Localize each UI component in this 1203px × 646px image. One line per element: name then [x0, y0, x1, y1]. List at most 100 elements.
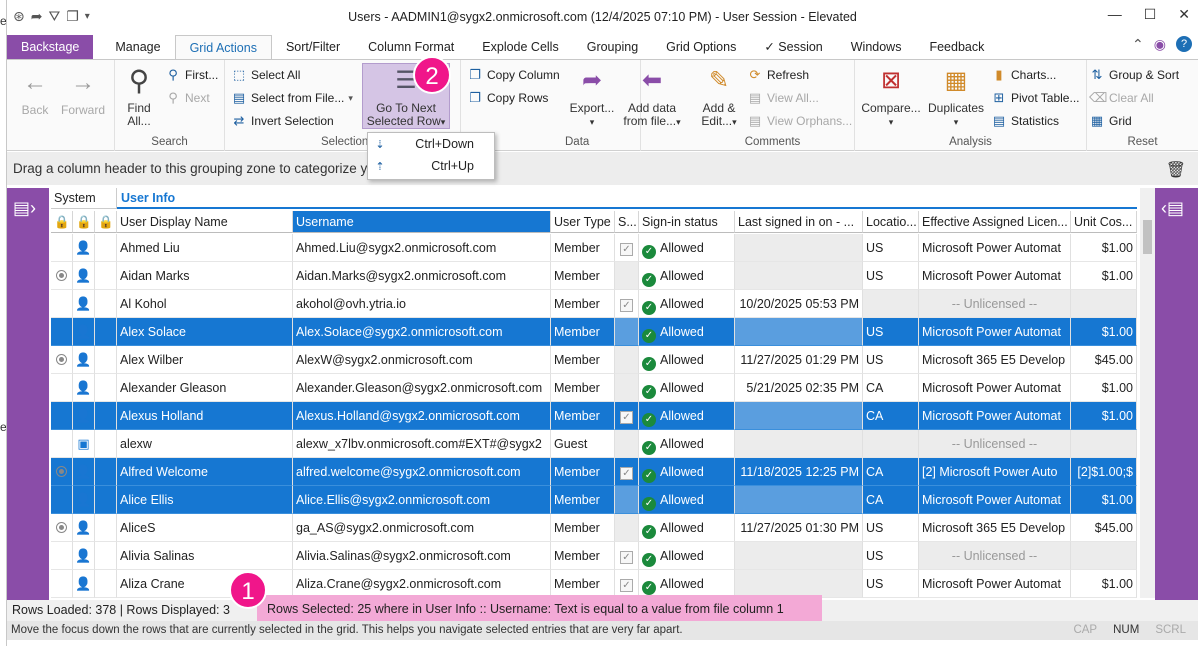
cell-c2[interactable] [95, 262, 117, 290]
cell-c2[interactable] [95, 318, 117, 346]
cell-cost[interactable] [1071, 290, 1137, 318]
cell-type[interactable]: Member [551, 262, 615, 290]
cell-name[interactable]: Al Kohol [117, 290, 293, 318]
invert-selection-button[interactable]: ⇄ Invert Selection [231, 113, 334, 129]
cell-type[interactable]: Member [551, 486, 615, 514]
cell-cost[interactable]: $1.00 [1071, 486, 1137, 514]
cell-c1[interactable]: 👤 [73, 514, 95, 542]
cell-signin[interactable]: ✓ Allowed [639, 262, 735, 290]
cell-lic[interactable]: -- Unlicensed -- [919, 430, 1071, 458]
cell-lic[interactable]: -- Unlicensed -- [919, 542, 1071, 570]
cell-chk[interactable]: ✓ [615, 542, 639, 570]
statistics-button[interactable]: ▤ Statistics [991, 113, 1059, 129]
tab-grid-actions[interactable]: Grid Actions [174, 35, 272, 59]
cell-c0[interactable] [51, 402, 73, 430]
minimize-icon[interactable]: — [1108, 6, 1122, 23]
table-row[interactable]: 👤 Alice Ellis Alice.Ellis@sygx2.onmicrosof… [51, 486, 1137, 514]
cell-user[interactable]: Ahmed.Liu@sygx2.onmicrosoft.com [293, 234, 551, 262]
cell-user[interactable]: Alex.Solace@sygx2.onmicrosoft.com [293, 318, 551, 346]
clear-all-button[interactable]: ⌫ Clear All [1089, 90, 1154, 106]
cell-cost[interactable]: $1.00 [1071, 570, 1137, 598]
cell-chk[interactable] [615, 486, 639, 514]
cell-user[interactable]: ga_AS@sygx2.onmicrosoft.com [293, 514, 551, 542]
cell-c0[interactable] [51, 290, 73, 318]
cell-c1[interactable]: 👤 [73, 486, 95, 514]
cell-cost[interactable]: $45.00 [1071, 514, 1137, 542]
refresh-button[interactable]: ⟳ Refresh [747, 67, 809, 83]
cell-c2[interactable] [95, 570, 117, 598]
table-row[interactable]: 👤 Ahmed Liu Ahmed.Liu@sygx2.onmicrosoft.co… [51, 234, 1137, 262]
cell-name[interactable]: Alice Ellis [117, 486, 293, 514]
cell-type[interactable]: Member [551, 346, 615, 374]
header-location[interactable]: Locatio... [863, 211, 919, 233]
cell-signin[interactable]: ✓ Allowed [639, 430, 735, 458]
cell-c1[interactable]: 👤 [73, 374, 95, 402]
cell-name[interactable]: Alexus Holland [117, 402, 293, 430]
cell-user[interactable]: Alice.Ellis@sygx2.onmicrosoft.com [293, 486, 551, 514]
cell-cost[interactable]: [2]$1.00;$ [1071, 458, 1137, 486]
add-edit-button[interactable]: ✎ Add & Edit...▾ [699, 66, 739, 129]
cell-c2[interactable] [95, 430, 117, 458]
cell-last[interactable] [735, 234, 863, 262]
cell-user[interactable]: Alexus.Holland@sygx2.onmicrosoft.com [293, 402, 551, 430]
cell-chk[interactable] [615, 346, 639, 374]
cell-type[interactable]: Member [551, 290, 615, 318]
eye-icon[interactable]: ◉ [1154, 36, 1166, 53]
table-row[interactable]: 👤 Alexander Gleason Alexander.Gleason@sygx… [51, 374, 1137, 402]
checkbox[interactable]: ✓ [620, 243, 633, 256]
cell-cost[interactable]: $1.00 [1071, 318, 1137, 346]
cell-c1[interactable]: ▣ [73, 430, 95, 458]
grid-reset-button[interactable]: ▦ Grid [1089, 113, 1132, 129]
header-username[interactable]: Username [293, 211, 551, 233]
cell-type[interactable]: Member [551, 318, 615, 346]
cell-c0[interactable] [51, 234, 73, 262]
cell-last[interactable] [735, 570, 863, 598]
cell-loc[interactable]: US [863, 234, 919, 262]
table-row[interactable]: 👤 Al Kohol akohol@ovh.ytria.io Member ✓ ✓ Allo… [51, 290, 1137, 318]
table-row[interactable]: 👤 Alexus Holland Alexus.Holland@sygx2.onmi… [51, 402, 1137, 430]
cell-c2[interactable] [95, 290, 117, 318]
cell-cost[interactable]: $1.00 [1071, 374, 1137, 402]
cell-signin[interactable]: ✓ Allowed [639, 346, 735, 374]
forward-button[interactable]: → Forward [57, 68, 109, 117]
cell-name[interactable]: Ahmed Liu [117, 234, 293, 262]
cell-chk[interactable] [615, 430, 639, 458]
tab-feedback[interactable]: Feedback [915, 35, 998, 59]
panel-expand-icon[interactable]: ▤› [13, 198, 36, 219]
cell-last[interactable]: 11/18/2025 12:25 PM [735, 458, 863, 486]
cell-signin[interactable]: ✓ Allowed [639, 514, 735, 542]
find-all-button[interactable]: ⚲ Find All... [119, 66, 159, 128]
cell-lic[interactable]: Microsoft Power Automat [919, 570, 1071, 598]
cell-last[interactable] [735, 402, 863, 430]
scrollbar-thumb[interactable] [1143, 220, 1152, 254]
header-unit-cost[interactable]: Unit Cos... [1071, 211, 1137, 233]
cell-name[interactable]: AliceS [117, 514, 293, 542]
cell-lic[interactable]: -- Unlicensed -- [919, 290, 1071, 318]
cell-c0[interactable] [51, 486, 73, 514]
cell-c1[interactable]: 👤 [73, 234, 95, 262]
cell-lic[interactable]: Microsoft Power Automat [919, 262, 1071, 290]
cell-signin[interactable]: ✓ Allowed [639, 402, 735, 430]
cell-c2[interactable] [95, 374, 117, 402]
table-row[interactable]: 👤 Alex Wilber AlexW@sygx2.onmicrosoft.com M… [51, 346, 1137, 374]
cell-lic[interactable]: Microsoft Power Automat [919, 486, 1071, 514]
tab-sort-filter[interactable]: Sort/Filter [272, 35, 354, 59]
cell-loc[interactable]: US [863, 542, 919, 570]
cell-name[interactable]: Alexander Gleason [117, 374, 293, 402]
cell-type[interactable]: Member [551, 458, 615, 486]
view-all-button[interactable]: ▤ View All... [747, 90, 819, 106]
cell-chk[interactable]: ✓ [615, 458, 639, 486]
lock-column-header[interactable]: 🔒 [95, 211, 117, 233]
table-row[interactable]: 👤 Aliza Crane Aliza.Crane@sygx2.onmicrosof… [51, 570, 1137, 598]
cell-name[interactable]: alexw [117, 430, 293, 458]
cell-type[interactable]: Member [551, 402, 615, 430]
cell-lic[interactable]: Microsoft Power Automat [919, 234, 1071, 262]
cell-type[interactable]: Member [551, 542, 615, 570]
lock-column-header[interactable]: 🔒 [73, 211, 95, 233]
checkbox[interactable]: ✓ [620, 551, 633, 564]
header-user-type[interactable]: User Type [551, 211, 615, 233]
cell-last[interactable] [735, 262, 863, 290]
cell-cost[interactable]: $1.00 [1071, 234, 1137, 262]
close-icon[interactable]: ✕ [1178, 6, 1190, 23]
cell-loc[interactable] [863, 290, 919, 318]
